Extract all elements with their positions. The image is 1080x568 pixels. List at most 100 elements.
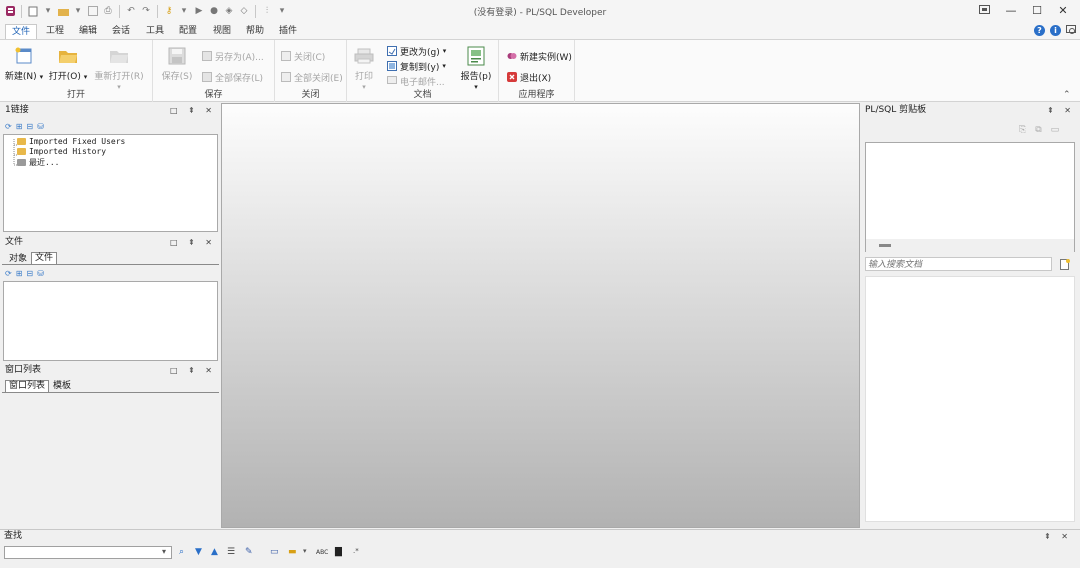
report-icon — [465, 46, 487, 66]
find-toolbar: ▾ ⌕ ▼ ▲ ☰ ✎ ▭ ▬ ▾ ABC ▇ .* — [0, 543, 1080, 568]
new-instance-button[interactable]: 新建实例(W) — [507, 49, 572, 63]
minimize-button[interactable]: — — [998, 2, 1024, 20]
email-icon — [387, 76, 397, 86]
title-bar: ▾ ▾ ⎙ ↶ ↷ ⚷ ▾ ▶ ● ◈ ◇ ⫶ ▾ (没有登录) - PL/SQ… — [0, 0, 1080, 22]
connections-toolbar: ⟳ ⊞ ⊟ ⛁ — [5, 121, 44, 132]
exit-icon — [507, 72, 517, 82]
search-help-icon[interactable] — [1066, 25, 1077, 36]
tree-item[interactable]: 最近... — [17, 157, 59, 168]
tab-config[interactable]: 配置 — [173, 24, 203, 39]
open-button[interactable]: 打开(O) ▾ — [46, 46, 90, 82]
whole-word-icon[interactable]: ▇ — [335, 547, 342, 557]
printer-icon — [353, 46, 375, 66]
new-button[interactable]: 新建(N) ▾ — [2, 46, 46, 82]
collapse-all-icon[interactable]: ⊟ — [26, 269, 33, 278]
tab-edit[interactable]: 编辑 — [73, 24, 103, 39]
close-doc-button[interactable]: 关闭(C) — [281, 49, 325, 63]
paste-icon[interactable]: ⧉ — [1035, 125, 1041, 135]
tab-plugins[interactable]: 插件 — [273, 24, 303, 39]
tab-session[interactable]: 会话 — [106, 24, 136, 39]
close-all-icon — [281, 72, 291, 82]
files-panel-header: 文件 □ ⇞ ✕ — [2, 236, 219, 249]
close-button[interactable]: ✕ — [1050, 2, 1076, 20]
find-list-icon[interactable]: ☰ — [227, 547, 235, 557]
tab-view[interactable]: 视图 — [207, 24, 237, 39]
save-button[interactable]: 保存(S) — [155, 46, 199, 82]
regex-icon[interactable]: .* — [353, 547, 359, 555]
recent-folder-icon — [17, 159, 26, 166]
tab-help[interactable]: 帮助 — [240, 24, 270, 39]
cast-icon[interactable]: ▭ — [1051, 125, 1060, 135]
window-icon[interactable]: ▭ — [270, 547, 279, 557]
folder-icon[interactable]: ▬ — [288, 547, 297, 557]
email-button[interactable]: 电子邮件... — [387, 74, 445, 88]
refresh-icon[interactable]: ⟳ — [5, 269, 12, 278]
reopen-button[interactable]: 重新打开(R) ▾ — [92, 46, 146, 92]
tree-item[interactable]: Imported Fixed Users — [17, 137, 125, 146]
change-to-icon — [387, 46, 397, 56]
connections-panel-header: 1链接 □ ⇞ ✕ — [2, 104, 219, 117]
ribbon-group-close: 关闭(C) 全部关闭(E) 关闭 — [275, 40, 347, 102]
find-dropdown-icon[interactable]: ▾ — [162, 547, 166, 556]
tab-tools[interactable]: 工具 — [140, 24, 170, 39]
info-icon[interactable]: i — [1050, 25, 1061, 36]
find-binoculars-icon[interactable]: ⌕ — [179, 547, 184, 557]
exit-button[interactable]: 退出(X) — [507, 70, 551, 84]
find-next-icon[interactable]: ▼ — [195, 547, 202, 557]
report-button[interactable]: 报告(p) ▾ — [455, 46, 497, 92]
panel-controls[interactable]: □ ⇞ ✕ — [170, 104, 216, 117]
ribbon-tab-bar: 文件 工程 编辑 会话 工具 配置 视图 帮助 插件 ? i — [0, 22, 1080, 39]
ribbon: 新建(N) ▾ 打开(O) ▾ 重新打开(R) ▾ 打开 保存(S) 另存为(A… — [0, 39, 1080, 102]
clipboard-list[interactable] — [865, 142, 1075, 252]
tree-item[interactable]: Imported History — [17, 147, 106, 156]
clipboard-preview[interactable] — [865, 276, 1075, 522]
connect-icon[interactable]: ⛁ — [37, 269, 44, 278]
help-icon[interactable]: ? — [1034, 25, 1045, 36]
find-input[interactable] — [4, 546, 172, 559]
mdi-workspace[interactable] — [221, 103, 860, 528]
save-as-button[interactable]: 另存为(A)... — [202, 49, 264, 63]
tab-file[interactable]: 文件 — [5, 24, 38, 39]
folder-icon — [17, 138, 26, 145]
tab-project[interactable]: 工程 — [40, 24, 70, 39]
group-label: 文档 — [413, 90, 432, 100]
refresh-icon[interactable]: ⟳ — [5, 122, 12, 131]
tab-window-list[interactable]: 窗口列表 — [5, 380, 50, 392]
close-doc-icon — [281, 51, 291, 61]
close-all-button[interactable]: 全部关闭(E) — [281, 70, 343, 84]
expand-all-icon[interactable]: ⊞ — [16, 269, 23, 278]
copy-icon[interactable]: ⎘ — [1019, 125, 1026, 135]
connect-icon[interactable]: ⛁ — [37, 122, 44, 131]
pin-window-button[interactable] — [971, 2, 997, 20]
find-previous-icon[interactable]: ▲ — [211, 547, 218, 557]
window-title: (没有登录) - PL/SQL Developer — [473, 8, 607, 18]
panel-controls[interactable]: ⇞ ✕ — [1047, 104, 1075, 117]
collapse-ribbon-icon[interactable]: ⌃ — [1063, 90, 1071, 100]
clear-marks-icon[interactable]: ✎ — [245, 547, 253, 557]
change-to-button[interactable]: 更改为(g) ▾ — [387, 44, 446, 58]
dropdown-arrow-icon[interactable]: ▾ — [303, 547, 307, 555]
new-instance-icon — [507, 51, 517, 61]
save-all-button[interactable]: 全部保存(L) — [202, 70, 263, 84]
files-list[interactable] — [3, 281, 218, 361]
maximize-button[interactable]: ☐ — [1024, 2, 1050, 20]
match-case-icon[interactable]: ABC — [316, 549, 328, 556]
reopen-icon — [108, 46, 130, 66]
panel-controls[interactable]: ⇞ ✕ — [1044, 530, 1072, 543]
copy-to-button[interactable]: 复制到(y) ▾ — [387, 59, 446, 73]
new-document-icon[interactable] — [1060, 259, 1070, 270]
panel-controls[interactable]: □ ⇞ ✕ — [170, 236, 216, 249]
collapse-all-icon[interactable]: ⊟ — [26, 122, 33, 131]
scrollbar-thumb[interactable] — [879, 244, 891, 247]
save-as-icon — [202, 51, 212, 61]
clipboard-search-input[interactable] — [865, 257, 1052, 271]
new-file-icon — [13, 46, 35, 66]
clipboard-panel-header: PL/SQL 剪贴板 ⇞ ✕ — [862, 104, 1078, 117]
folder-icon — [17, 148, 26, 155]
print-button[interactable]: 打印 ▾ — [343, 46, 385, 92]
panel-controls[interactable]: □ ⇞ ✕ — [170, 364, 216, 377]
tab-files[interactable]: 文件 — [31, 252, 58, 264]
ribbon-group-open: 新建(N) ▾ 打开(O) ▾ 重新打开(R) ▾ 打开 — [0, 40, 153, 102]
expand-all-icon[interactable]: ⊞ — [16, 122, 23, 131]
horizontal-scrollbar[interactable] — [866, 239, 1074, 252]
